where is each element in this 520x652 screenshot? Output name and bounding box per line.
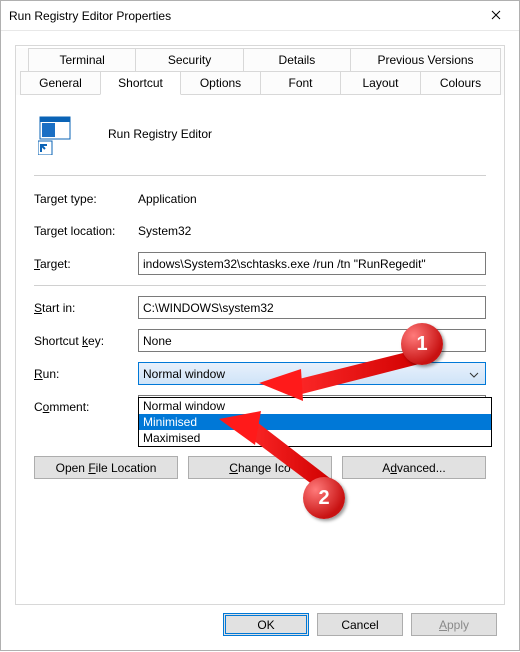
tab-terminal[interactable]: Terminal: [28, 48, 136, 71]
apply-button[interactable]: Apply: [411, 613, 497, 636]
run-option-normal[interactable]: Normal window: [139, 398, 491, 414]
label-shortcut-key: Shortcut key:: [34, 334, 138, 348]
tab-label: Security: [168, 53, 211, 67]
divider: [34, 285, 486, 286]
tab-options[interactable]: Options: [180, 71, 261, 95]
window-title: Run Registry Editor Properties: [9, 9, 171, 23]
option-label: Minimised: [143, 415, 197, 429]
shortcut-header: Run Registry Editor: [34, 107, 486, 169]
tab-colours[interactable]: Colours: [420, 71, 501, 95]
divider: [34, 175, 486, 176]
tab-label: Layout: [362, 76, 398, 90]
tab-security[interactable]: Security: [135, 48, 243, 71]
tab-shortcut[interactable]: Shortcut: [100, 71, 181, 95]
run-combobox[interactable]: Normal window: [138, 362, 486, 385]
button-label: Cancel: [341, 618, 378, 632]
shortcut-icon: [38, 113, 80, 155]
label-run: Run:: [34, 367, 138, 381]
tab-label: Shortcut: [118, 76, 163, 90]
open-file-location-button[interactable]: Open File Location: [34, 456, 178, 479]
tab-details[interactable]: Details: [243, 48, 351, 71]
tab-label: Colours: [440, 76, 481, 90]
tab-row-top: Terminal Security Details Previous Versi…: [16, 48, 504, 71]
tab-font[interactable]: Font: [260, 71, 341, 95]
row-target-type: Target type: Application: [34, 188, 486, 210]
ok-button[interactable]: OK: [223, 613, 309, 636]
shortcut-button-row: Open File Location Change Ico Advanced..…: [34, 456, 486, 479]
value-target-location: System32: [138, 224, 486, 238]
start-in-input[interactable]: [138, 296, 486, 319]
button-label: OK: [257, 618, 274, 632]
value-target-type: Application: [138, 192, 486, 206]
option-label: Maximised: [143, 431, 200, 445]
row-target-location: Target location: System32: [34, 220, 486, 242]
tab-body-shortcut: Run Registry Editor Target type: Applica…: [16, 95, 504, 600]
tab-label: Details: [279, 53, 316, 67]
cancel-button[interactable]: Cancel: [317, 613, 403, 636]
option-label: Normal window: [143, 399, 225, 413]
label-comment: Comment:: [34, 400, 138, 414]
tab-previous-versions[interactable]: Previous Versions: [350, 48, 501, 71]
shortcut-key-input[interactable]: [138, 329, 486, 352]
row-start-in: Start in:: [34, 296, 486, 319]
run-option-maximised[interactable]: Maximised: [139, 430, 491, 446]
tab-label: General: [39, 76, 82, 90]
titlebar: Run Registry Editor Properties: [1, 1, 519, 31]
tab-general[interactable]: General: [20, 71, 101, 95]
row-shortcut-key: Shortcut key:: [34, 329, 486, 352]
label-target-type: Target type:: [34, 192, 138, 206]
tab-label: Previous Versions: [378, 53, 474, 67]
properties-sheet: Terminal Security Details Previous Versi…: [15, 45, 505, 605]
dialog-button-row: OK Cancel Apply: [223, 613, 497, 636]
tab-layout[interactable]: Layout: [340, 71, 421, 95]
close-icon: [491, 9, 501, 23]
row-run: Run: Normal window: [34, 362, 486, 385]
target-input[interactable]: [138, 252, 486, 275]
label-start-in: Start in:: [34, 301, 138, 315]
label-target: Target:: [34, 257, 138, 271]
close-button[interactable]: [473, 1, 519, 31]
run-option-minimised[interactable]: Minimised: [139, 414, 491, 430]
tab-label: Terminal: [60, 53, 105, 67]
shortcut-name: Run Registry Editor: [108, 127, 212, 141]
advanced-button[interactable]: Advanced...: [342, 456, 486, 479]
change-icon-button[interactable]: Change Ico: [188, 456, 332, 479]
button-label: Apply: [439, 618, 469, 632]
run-dropdown-list: Normal window Minimised Maximised: [138, 397, 492, 447]
row-target: Target:: [34, 252, 486, 275]
tab-label: Font: [288, 76, 312, 90]
label-target-location: Target location:: [34, 224, 138, 238]
run-selected-text: Normal window: [143, 367, 225, 381]
tab-row-bottom: General Shortcut Options Font Layout Col…: [16, 71, 504, 95]
tab-label: Options: [200, 76, 241, 90]
chevron-down-icon: [469, 367, 479, 381]
